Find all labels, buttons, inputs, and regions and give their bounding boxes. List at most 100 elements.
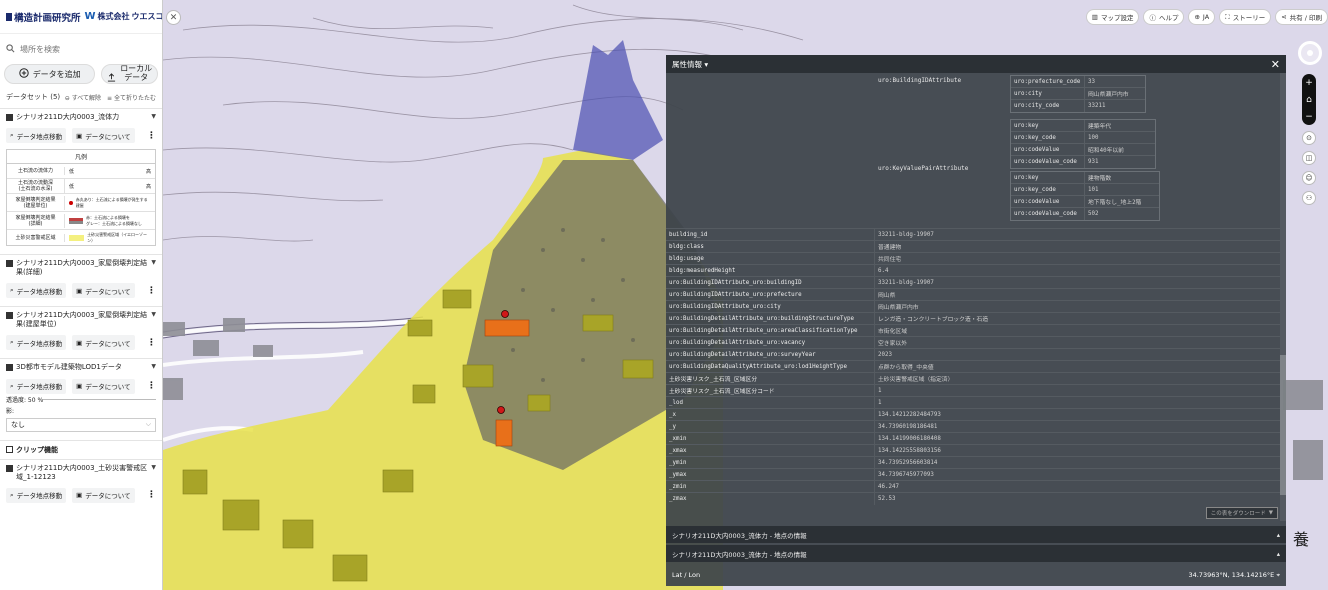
property-value: 134.14199006180408 [874,432,1280,445]
section-header[interactable]: シナリオ211D大内0003_流体力 - 地点の情報 ▴ [666,526,1286,543]
map-icon: ▥ [1091,13,1098,21]
layer-checkbox[interactable] [6,114,13,121]
search-input[interactable]: 場所を検索 [20,44,60,55]
shadow-label: 影: [6,407,15,415]
search-icon: ⌕ [10,131,14,140]
zoom-to-data-button[interactable]: ⌕ データ地点移動 [6,487,67,503]
property-key: uro:BuildingDetailAttribute_uro:building… [669,315,854,322]
zoom-to-data-button[interactable]: ⌕ データ地点移動 [6,378,67,394]
measure-icon[interactable]: ⚇ [1302,191,1316,205]
download-table-button[interactable]: この表をダウンロード ▼ [1205,507,1278,519]
more-options-icon[interactable]: ⋮ [147,490,156,500]
map-settings-button[interactable]: ▥ マップ設定 [1085,9,1140,25]
more-options-icon[interactable]: ⋮ [147,286,156,296]
property-value: 岡山県瀬戸内市 [874,300,1280,313]
property-value: 点群から取得_中央値 [874,360,1280,373]
pedestrian-icon[interactable]: ☺ [1302,171,1316,185]
info-panel-title: 属性情報 [672,59,702,69]
split-view-icon[interactable]: ◫ [1302,151,1316,165]
zoom-to-data-button[interactable]: ⌕ データ地点移動 [6,335,67,351]
feature-info-panel: 属性情報 ▾ ✕ uro:BuildingIDAttribute uro:pre… [666,55,1286,586]
chevron-down-icon[interactable]: ▾ [704,60,708,69]
attribute-table[interactable]: uro:BuildingIDAttribute uro:prefecture_c… [666,73,1280,521]
property-row: bldg:usage 共同住宅 [666,252,1280,265]
property-row: uro:BuildingDetailAttribute_uro:surveyYe… [666,348,1280,361]
layer-checkbox[interactable] [6,260,13,268]
local-data-button[interactable]: ローカル データ [101,64,158,84]
property-key: 土砂災害リスク_土石流_区域区分 [669,377,758,383]
layer-item: シナリオ211D大内0003_流体力 ▼ ⌕ データ地点移動 ▣ データについて ⋮… [0,108,162,254]
collapse-sidebar-button[interactable]: ✕ [166,10,181,25]
property-value: レンガ造・コンクリートブロック造・石造 [874,312,1280,325]
more-options-icon[interactable]: ⋮ [147,381,156,391]
scrollbar-thumb[interactable] [1280,355,1286,495]
wesco-logo: W 株式会社 ウエスコ [84,11,163,22]
chevron-down-icon[interactable]: ▼ [151,113,156,120]
yellow-swatch [69,234,85,241]
search-icon: ⌕ [10,490,14,499]
shadow-select[interactable]: なし ⌵ [6,417,156,432]
more-options-icon[interactable]: ⋮ [147,131,156,141]
property-key: 土砂災害リスク_土石流_区域区分コード [669,389,775,395]
chevron-up-icon: ▴ [1276,530,1280,539]
zoom-controls: + ⌂ − [1302,74,1316,125]
locate-icon[interactable]: ⊙ [1302,131,1316,145]
chevron-down-icon[interactable]: ▼ [151,259,156,266]
zoom-to-data-button[interactable]: ⌕ データ地点移動 [6,283,67,299]
property-key: bldg:class [669,243,704,250]
about-data-button[interactable]: ▣ データについて [72,283,135,299]
collapse-all-button[interactable]: ≡ 全て折りたたむ [107,93,156,102]
section-header[interactable]: シナリオ211D大内0003_流体力 - 地点の情報 ▴ [666,545,1286,562]
about-data-button[interactable]: ▣ データについて [72,487,135,503]
property-key: uro:BuildingDetailAttribute_uro:areaClas… [669,327,858,334]
close-icon[interactable]: ✕ [1271,58,1280,71]
compass-icon[interactable] [1298,41,1322,65]
about-data-button[interactable]: ▣ データについて [72,378,135,394]
property-row: _xmin 134.14199006180408 [666,432,1280,445]
property-key: _ymin [669,459,687,466]
search-icon: ⌕ [10,286,14,295]
chevron-down-icon[interactable]: ▼ [151,464,156,471]
chevron-up-icon: ▴ [1276,549,1280,558]
property-row: _ymax 34.7396745977093 [666,468,1280,481]
layer-checkbox[interactable] [6,312,13,320]
chevron-down-icon[interactable]: ▼ [151,363,156,370]
property-key: _zmax [669,495,687,502]
location-search[interactable]: 場所を検索 [0,38,162,60]
clip-toggle[interactable]: クリップ機能 [0,439,162,459]
zoom-to-data-button[interactable]: ⌕ データ地点移動 [6,128,67,144]
opacity-slider[interactable]: 透過度: 50 % [6,397,156,404]
comment-icon: ▣ [76,286,83,295]
plus-circle-icon [18,68,29,80]
chevron-down-icon[interactable]: ▼ [151,311,156,318]
property-key: _y [669,423,676,430]
property-row: 土砂災害リスク_土石流_区域区分 土砂災害警戒区域（指定済） [666,372,1280,385]
add-data-button[interactable]: データを追加 [4,64,96,84]
layer-checkbox[interactable] [6,464,13,472]
chevron-down-icon: ▼ [1268,510,1273,516]
property-value: 46.247 [874,480,1280,493]
property-key: uro:BuildingDetailAttribute_uro:vacancy [669,339,806,346]
zoom-in-icon[interactable]: + [1305,74,1313,91]
clip-checkbox[interactable] [6,446,13,454]
share-print-button[interactable]: ⋖ 共有 / 印刷 [1275,9,1328,25]
language-button[interactable]: ⊕ JA [1188,9,1216,25]
pin-icon[interactable]: ⌖ [1276,571,1280,579]
property-row: _y 34.73960198186481 [666,420,1280,433]
about-data-button[interactable]: ▣ データについて [72,128,135,144]
layer-item: シナリオ211D大内0003_家屋倒壊判定結果(建屋単位) ▼ ⌕ データ地点移動… [0,306,162,358]
share-icon: ⋖ [1281,13,1287,21]
property-value: 34.7396745977093 [874,468,1280,481]
layer-title: シナリオ211D大内0003_流体力 [16,113,120,121]
layer-checkbox[interactable] [6,364,13,372]
clear-all-button[interactable]: ⊖ すべて解除 [65,93,101,102]
story-button[interactable]: ⛶ ストーリー [1219,9,1272,25]
layer-title: 3D都市モデル建築物LOD1データ [16,363,122,372]
zoom-out-icon[interactable]: − [1305,108,1313,125]
about-data-button[interactable]: ▣ データについて [72,335,135,351]
property-key: _x [669,411,676,418]
home-icon[interactable]: ⌂ [1306,91,1312,108]
property-key: _lod [669,399,683,406]
help-button[interactable]: ⓘ ヘルプ [1143,9,1185,25]
more-options-icon[interactable]: ⋮ [147,338,156,348]
